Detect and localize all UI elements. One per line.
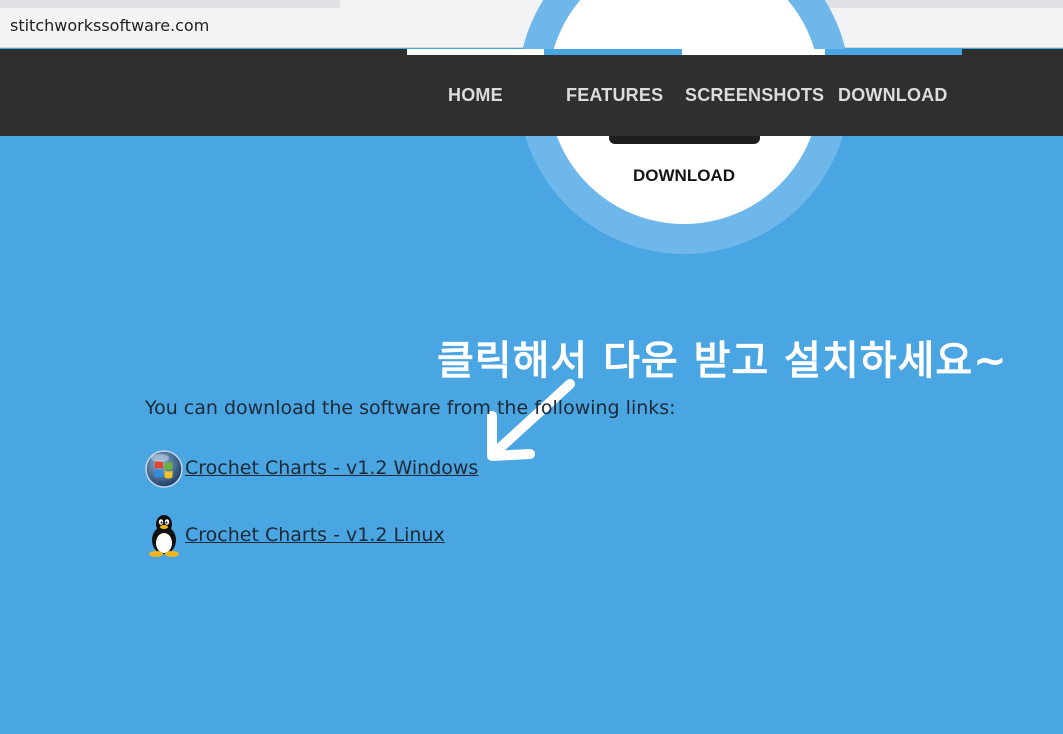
nav-download[interactable]: DOWNLOAD [838,85,948,106]
nav-screenshots[interactable]: SCREENSHOTS [685,85,824,106]
linux-tux-icon [149,515,179,557]
nav-strip-download [825,49,962,55]
download-link-linux-label[interactable]: Crochet Charts - v1.2 Linux [185,524,445,546]
windows-logo-icon [145,450,183,488]
nav-home[interactable]: HOME [448,85,503,106]
download-link-linux[interactable]: Crochet Charts - v1.2 Linux [145,512,445,558]
nav-strip-home [407,49,544,55]
url-text[interactable]: stitchworkssoftware.com [10,16,209,35]
download-link-windows-label[interactable]: Crochet Charts - v1.2 Windows [185,457,478,479]
hero-download-label[interactable]: DOWNLOAD [548,166,820,186]
nav-features[interactable]: FEATURES [566,85,663,106]
arrow-pointer-icon [487,379,575,461]
nav-strip-features [544,49,682,55]
browser-tab-strip [0,0,1063,8]
download-intro-text: You can download the software from the f… [145,397,676,419]
nav-strip-screenshots [682,49,825,55]
download-link-windows[interactable]: Crochet Charts - v1.2 Windows [145,445,478,491]
